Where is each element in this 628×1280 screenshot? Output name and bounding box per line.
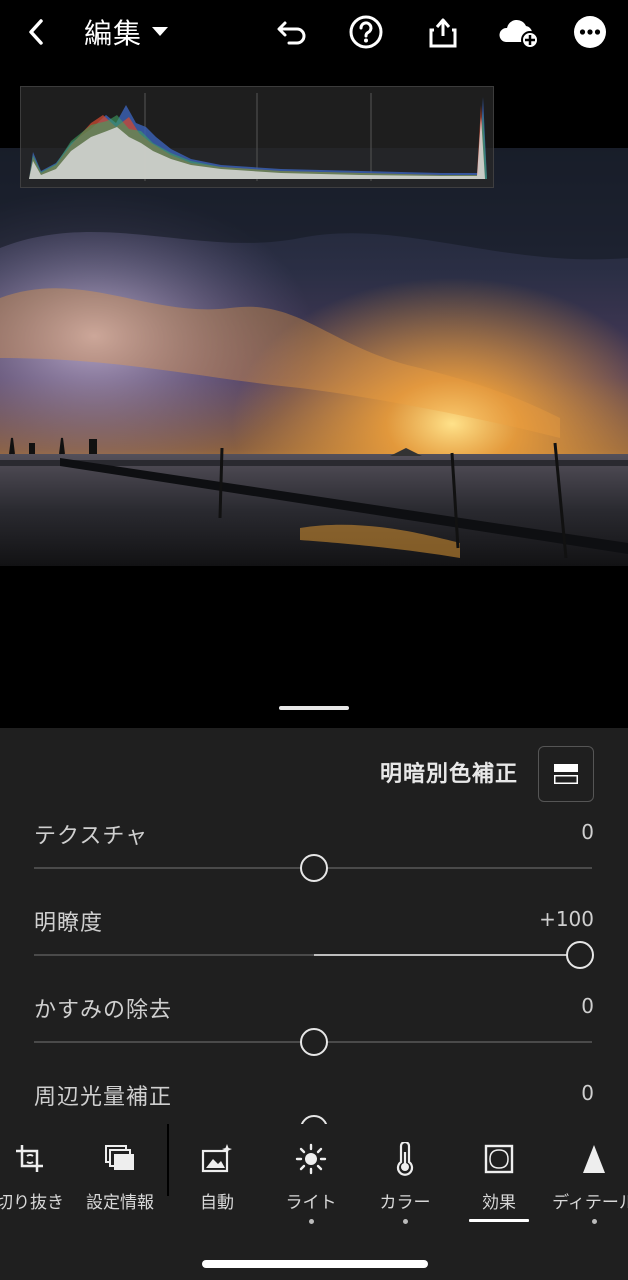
- split-view-button[interactable]: [538, 746, 594, 802]
- slider-texture: テクスチャ 0: [34, 818, 594, 898]
- slider-value[interactable]: 0: [581, 994, 594, 1018]
- tool-label: カラー: [379, 1193, 431, 1213]
- dropdown-icon: [152, 27, 169, 36]
- tool-presets[interactable]: 設定情報: [78, 1124, 162, 1224]
- tool-label: ディテール: [552, 1193, 628, 1213]
- crop-icon: [16, 1145, 43, 1172]
- color-icon: [396, 1142, 414, 1176]
- tool-label: ライト: [285, 1193, 337, 1213]
- top-bar: 編集: [0, 0, 628, 66]
- bottom-safe-area: [0, 1224, 628, 1280]
- slider-label: 周辺光量補正: [34, 1085, 173, 1110]
- share-button[interactable]: [423, 12, 463, 52]
- more-icon: [574, 16, 606, 48]
- slider-clarity: 明瞭度 +100: [34, 905, 594, 985]
- tool-light[interactable]: ライト: [266, 1124, 356, 1224]
- help-icon: [349, 15, 383, 49]
- photo-image: [0, 148, 628, 566]
- share-icon: [429, 18, 457, 48]
- effects-icon: [484, 1144, 514, 1174]
- cloud-add-button[interactable]: [496, 12, 542, 52]
- back-button[interactable]: [16, 12, 56, 52]
- split-view-icon: [554, 764, 578, 784]
- tool-label: 設定情報: [86, 1193, 154, 1213]
- tool-auto[interactable]: 自動: [172, 1124, 262, 1224]
- page-title: 編集: [84, 17, 143, 50]
- slider-fill: [314, 954, 592, 956]
- slider-label: かすみの除去: [34, 998, 173, 1023]
- tool-effects[interactable]: 効果: [454, 1124, 544, 1224]
- photo-canvas[interactable]: [0, 66, 628, 728]
- tool-color[interactable]: カラー: [360, 1124, 450, 1224]
- color-grading-title[interactable]: 明暗別色補正: [380, 756, 518, 788]
- active-tab-indicator: [469, 1219, 529, 1222]
- panel-drag-handle[interactable]: [279, 706, 349, 710]
- tool-strip[interactable]: 切り抜き 設定情報 自動 ライト カラー 効果 ディテール: [0, 1124, 628, 1224]
- slider-knob[interactable]: [300, 854, 328, 882]
- back-icon: [29, 19, 43, 45]
- detail-icon: [583, 1145, 605, 1173]
- undo-button[interactable]: [272, 12, 312, 52]
- home-indicator[interactable]: [202, 1260, 428, 1268]
- slider-knob[interactable]: [566, 941, 594, 969]
- more-button[interactable]: [570, 12, 610, 52]
- slider-knob[interactable]: [300, 1028, 328, 1056]
- cloud-add-icon: [499, 19, 539, 49]
- tool-detail[interactable]: ディテール: [548, 1124, 628, 1224]
- tool-label: 効果: [482, 1193, 516, 1213]
- slider-label: テクスチャ: [34, 824, 149, 849]
- presets-icon: [105, 1145, 134, 1170]
- slider-value[interactable]: +100: [539, 907, 594, 931]
- toolbar-divider: [167, 1124, 169, 1196]
- effects-panel: 明暗別色補正 テクスチャ 0 明瞭度 +100 かすみの除去 0 周辺光量補正 …: [0, 728, 628, 1143]
- tool-label: 自動: [200, 1193, 234, 1213]
- tool-crop[interactable]: 切り抜き: [0, 1124, 74, 1224]
- slider-label: 明瞭度: [34, 911, 104, 936]
- histogram: [20, 86, 494, 188]
- slider-value[interactable]: 0: [581, 1081, 594, 1105]
- auto-icon: [201, 1144, 232, 1173]
- help-button[interactable]: [346, 12, 386, 52]
- edit-mode-selector[interactable]: 編集: [84, 12, 169, 52]
- light-icon: [295, 1143, 327, 1175]
- slider-dehaze: かすみの除去 0: [34, 992, 594, 1072]
- undo-icon: [277, 21, 306, 45]
- tool-label: 切り抜き: [0, 1193, 64, 1213]
- slider-value[interactable]: 0: [581, 820, 594, 844]
